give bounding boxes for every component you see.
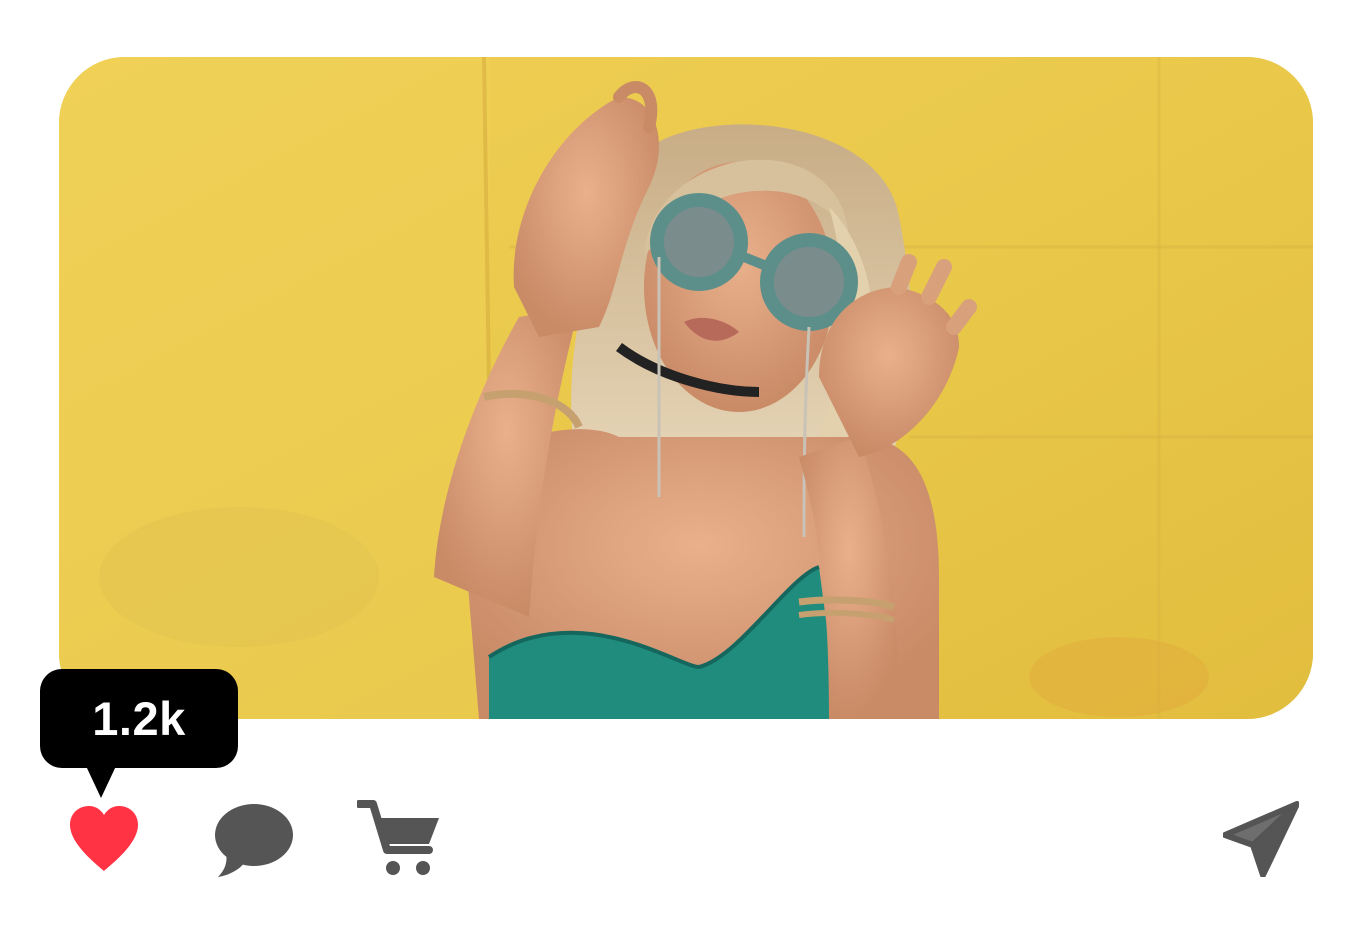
shopping-cart-icon [357, 800, 439, 875]
heart-icon [70, 806, 138, 871]
photo-illustration [59, 57, 1313, 719]
post-photo[interactable] [59, 57, 1313, 719]
paper-plane-icon [1223, 801, 1299, 877]
speech-bubble-icon [215, 804, 293, 877]
share-button[interactable] [1222, 800, 1300, 878]
comment-button[interactable] [210, 800, 296, 880]
cart-button[interactable] [356, 796, 442, 880]
like-button[interactable] [63, 800, 145, 876]
like-count-tooltip: 1.2k [40, 669, 238, 798]
post-card: 1.2k [0, 0, 1372, 951]
like-count-label: 1.2k [92, 692, 186, 745]
